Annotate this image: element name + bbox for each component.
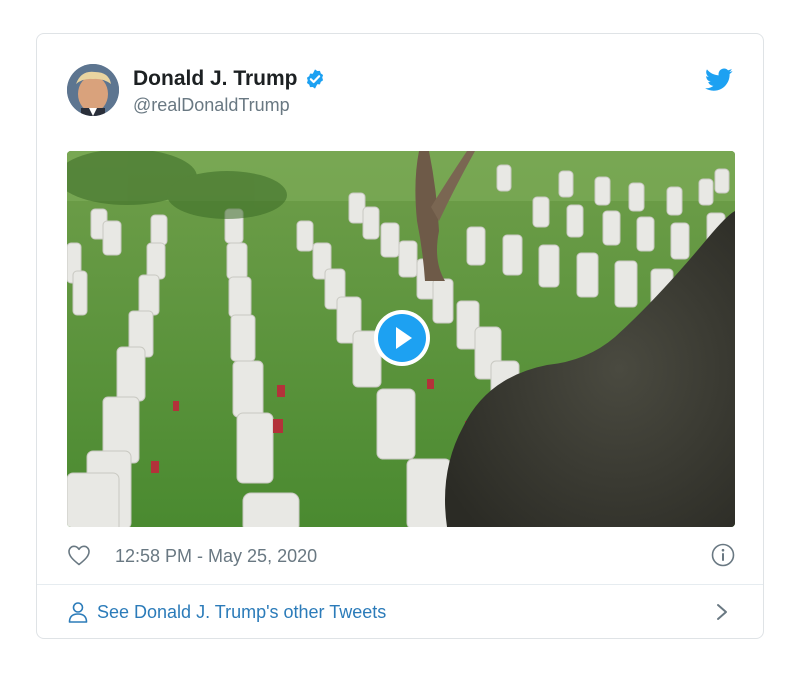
tweet-meta-row: 12:58 PM - May 25, 2020 — [67, 542, 735, 570]
author-name-row: Donald J. Trump — [133, 67, 326, 91]
play-button[interactable] — [374, 310, 430, 366]
heart-outline-icon[interactable] — [67, 544, 91, 566]
verified-badge-icon — [306, 69, 323, 89]
chevron-right-icon — [717, 604, 727, 620]
info-circle-icon[interactable] — [711, 543, 735, 567]
twitter-bird-icon[interactable] — [705, 68, 733, 92]
avatar-image — [67, 64, 119, 116]
play-button-circle — [378, 314, 426, 362]
video-thumbnail[interactable] — [67, 151, 735, 527]
avatar[interactable] — [67, 64, 119, 116]
tweet-timestamp[interactable]: 12:58 PM - May 25, 2020 — [115, 546, 317, 567]
display-name[interactable]: Donald J. Trump — [133, 67, 298, 91]
play-icon — [396, 327, 412, 349]
other-tweets-label: See Donald J. Trump's other Tweets — [97, 602, 387, 622]
other-tweets-link[interactable]: See Donald J. Trump's other Tweets — [37, 585, 763, 639]
person-outline-icon — [68, 602, 88, 623]
embedded-tweet-card: Donald J. Trump @realDonaldTrump 12:58 P… — [36, 33, 764, 639]
user-handle[interactable]: @realDonaldTrump — [133, 95, 290, 116]
